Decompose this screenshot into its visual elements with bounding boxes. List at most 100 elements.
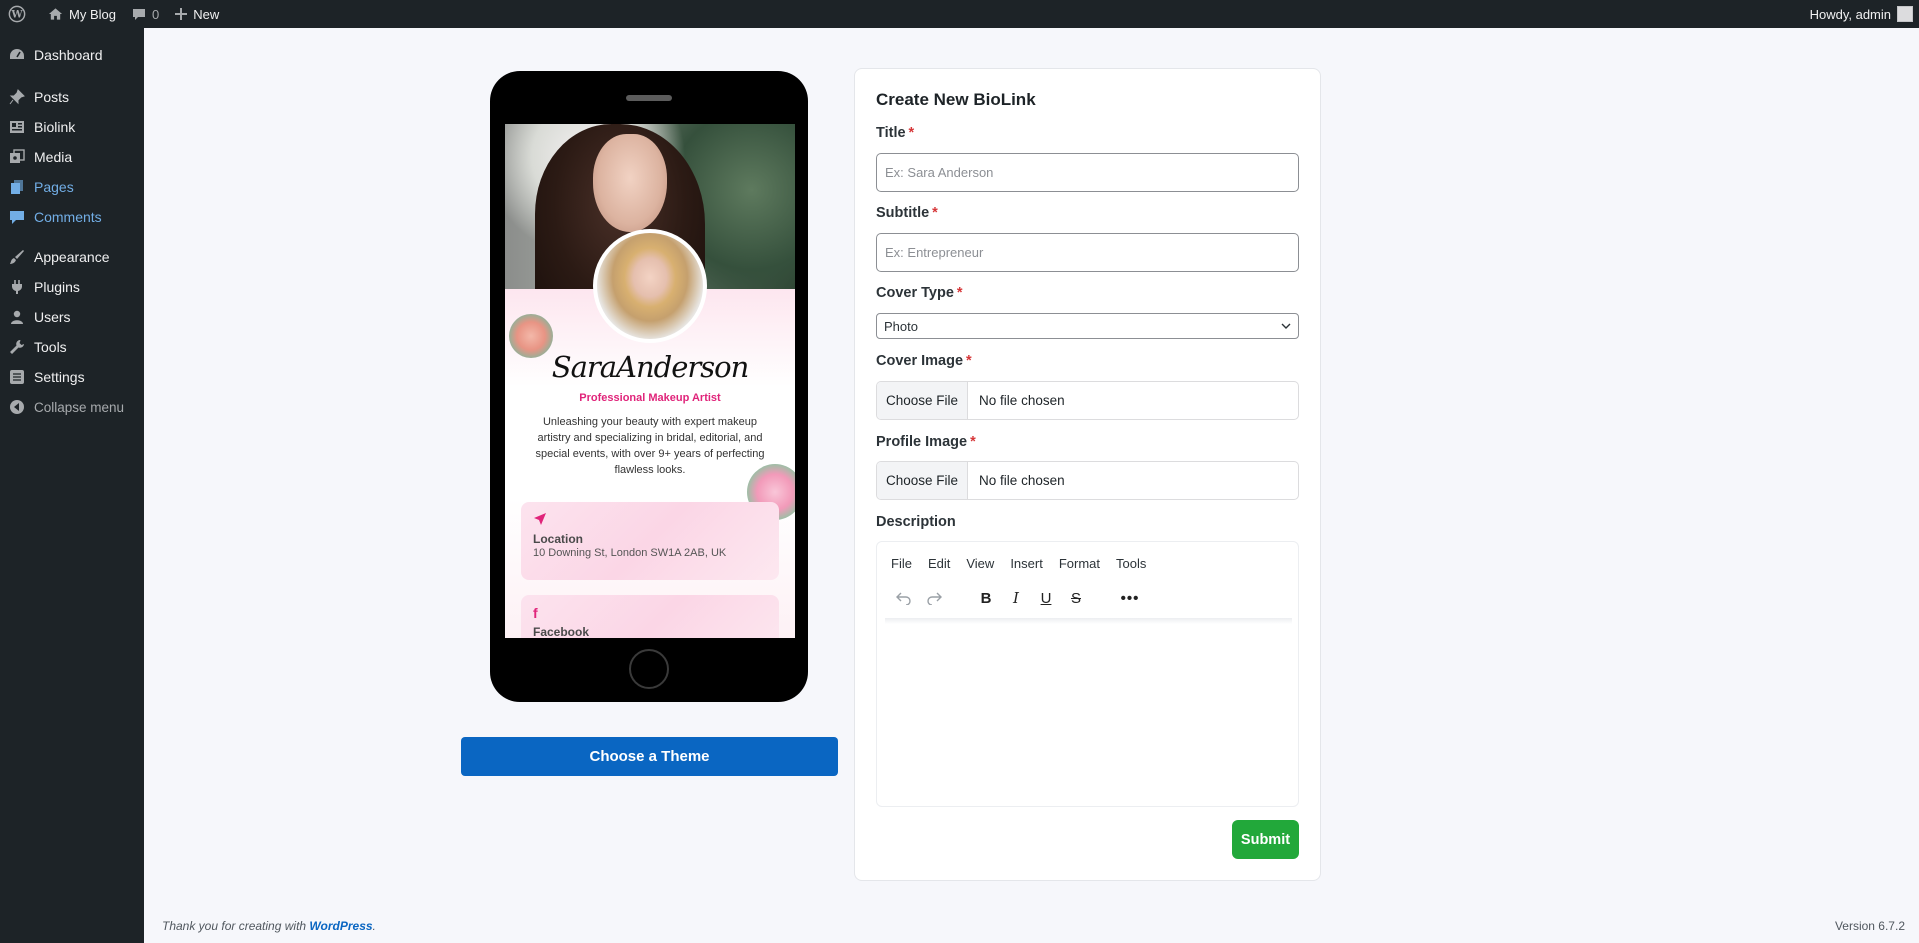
required-mark: * xyxy=(908,125,915,141)
comments-link[interactable]: 0 xyxy=(124,0,167,28)
pages-icon xyxy=(8,178,26,196)
sidebar-item-label: Posts xyxy=(34,89,70,105)
more-options-icon[interactable]: ••• xyxy=(1115,587,1145,609)
bio-subtitle: Professional Makeup Artist xyxy=(579,392,721,404)
sidebar-item-dashboard[interactable]: Dashboard xyxy=(0,40,144,70)
editor-menu-view[interactable]: View xyxy=(966,556,994,571)
choose-file-button[interactable]: Choose File xyxy=(877,462,969,499)
new-content-link[interactable]: New xyxy=(167,0,227,28)
sidebar-item-biolink[interactable]: Biolink xyxy=(0,112,144,142)
profile-photo xyxy=(597,233,703,339)
settings-icon xyxy=(8,368,26,386)
wordpress-logo-icon[interactable]: W xyxy=(0,0,40,28)
svg-text:W: W xyxy=(10,10,23,21)
card-title: Facebook xyxy=(533,625,590,638)
sidebar-item-label: Biolink xyxy=(34,119,76,135)
collapse-icon xyxy=(8,398,26,416)
new-label: New xyxy=(193,6,220,22)
footer-version: Version 6.7.2 xyxy=(1834,919,1905,933)
required-mark: * xyxy=(966,353,972,369)
cover-type-label: Cover Type * xyxy=(876,285,963,301)
sidebar-item-comments[interactable]: Comments xyxy=(0,202,144,232)
undo-icon[interactable] xyxy=(889,587,919,609)
bio-description: Unleashing your beauty with expert makeu… xyxy=(535,416,765,476)
editor-menu-file[interactable]: File xyxy=(891,556,912,571)
sidebar-item-label: Comments xyxy=(34,209,102,225)
sidebar-item-label: Users xyxy=(34,309,71,325)
biolink-icon xyxy=(8,118,26,136)
editor-toolbar: B I U S ••• xyxy=(877,588,1298,608)
cover-image-file-input[interactable]: Choose File No file chosen xyxy=(876,381,1299,420)
required-mark: * xyxy=(970,434,976,450)
user-icon xyxy=(8,308,26,326)
sidebar-item-pages[interactable]: Pages xyxy=(0,172,144,202)
facebook-icon: f xyxy=(533,605,538,621)
admin-sidebar: Dashboard Posts Biolink Media Pages Comm… xyxy=(0,28,144,943)
sidebar-item-label: Collapse menu xyxy=(34,399,125,415)
editor-menu-format[interactable]: Format xyxy=(1059,556,1100,571)
title-input[interactable] xyxy=(876,153,1299,192)
strikethrough-icon[interactable]: S xyxy=(1061,587,1091,609)
required-mark: * xyxy=(932,205,938,221)
description-label: Description xyxy=(876,514,956,530)
description-editor: File Edit View Insert Format Tools B I U… xyxy=(876,541,1299,807)
sidebar-item-users[interactable]: Users xyxy=(0,302,144,332)
underline-icon[interactable]: U xyxy=(1031,587,1061,609)
profile-image-file-input[interactable]: Choose File No file chosen xyxy=(876,461,1299,500)
phone-home-button xyxy=(629,649,669,689)
media-icon xyxy=(8,148,26,166)
phone-speaker xyxy=(626,95,672,101)
italic-icon[interactable]: I xyxy=(1001,587,1031,609)
submit-button[interactable]: Submit xyxy=(1232,820,1299,859)
sidebar-item-label: Plugins xyxy=(34,279,80,295)
sidebar-item-plugins[interactable]: Plugins xyxy=(0,272,144,302)
cover-type-label-text: Cover Type xyxy=(876,285,954,301)
collapse-menu-button[interactable]: Collapse menu xyxy=(0,392,144,422)
bold-icon[interactable]: B xyxy=(971,587,1001,609)
sidebar-item-label: Dashboard xyxy=(34,47,103,63)
avatar xyxy=(1897,6,1913,22)
sidebar-item-tools[interactable]: Tools xyxy=(0,332,144,362)
admin-bar: W My Blog 0 New Howdy, admin xyxy=(0,0,1919,28)
sidebar-item-label: Appearance xyxy=(34,249,110,265)
profile-image-label-text: Profile Image xyxy=(876,434,968,450)
bio-name: SaraAnderson xyxy=(551,350,750,384)
choose-file-button[interactable]: Choose File xyxy=(877,382,969,419)
toolbar-divider xyxy=(885,618,1292,624)
required-mark: * xyxy=(956,285,963,301)
wordpress-link[interactable]: WordPress xyxy=(309,919,372,933)
phone-screen[interactable]: SaraAnderson Professional Makeup Artist … xyxy=(505,124,795,638)
location-card[interactable]: Location 10 Downing St, London SW1A 2AB,… xyxy=(521,502,779,580)
sidebar-item-posts[interactable]: Posts xyxy=(0,82,144,112)
create-biolink-form: Create New BioLink Title* Subtitle* Cove… xyxy=(854,68,1321,881)
title-label-text: Title xyxy=(876,125,906,141)
site-name: My Blog xyxy=(69,6,116,22)
sidebar-item-appearance[interactable]: Appearance xyxy=(0,242,144,272)
howdy-text: Howdy, admin xyxy=(1809,6,1891,22)
cover-photo-face xyxy=(593,134,667,232)
editor-menu-tools[interactable]: Tools xyxy=(1116,556,1146,571)
site-name-link[interactable]: My Blog xyxy=(40,0,124,28)
sidebar-item-media[interactable]: Media xyxy=(0,142,144,172)
cover-type-value: Photo xyxy=(884,318,918,334)
cover-image-label-text: Cover Image xyxy=(876,353,964,369)
choose-theme-button[interactable]: Choose a Theme xyxy=(461,737,838,776)
footer-thanks-text: Thank you for creating with xyxy=(162,919,310,933)
home-icon xyxy=(48,8,63,20)
title-label: Title * xyxy=(876,125,914,141)
redo-icon[interactable] xyxy=(919,587,949,609)
sidebar-item-label: Settings xyxy=(34,369,85,385)
plug-icon xyxy=(8,278,26,296)
card-title: Location xyxy=(533,532,583,546)
sidebar-item-settings[interactable]: Settings xyxy=(0,362,144,392)
subtitle-label-text: Subtitle xyxy=(876,205,930,221)
editor-menu-edit[interactable]: Edit xyxy=(928,556,950,571)
my-account-link[interactable]: Howdy, admin xyxy=(1802,0,1919,28)
subtitle-input[interactable] xyxy=(876,233,1299,272)
editor-menubar: File Edit View Insert Format Tools xyxy=(877,542,1298,571)
cover-image-label: Cover Image * xyxy=(876,353,972,369)
editor-menu-insert[interactable]: Insert xyxy=(1010,556,1043,571)
facebook-card[interactable]: f Facebook xyxy=(521,595,779,638)
chevron-down-icon xyxy=(1281,323,1291,329)
cover-type-select[interactable]: Photo xyxy=(876,313,1299,339)
